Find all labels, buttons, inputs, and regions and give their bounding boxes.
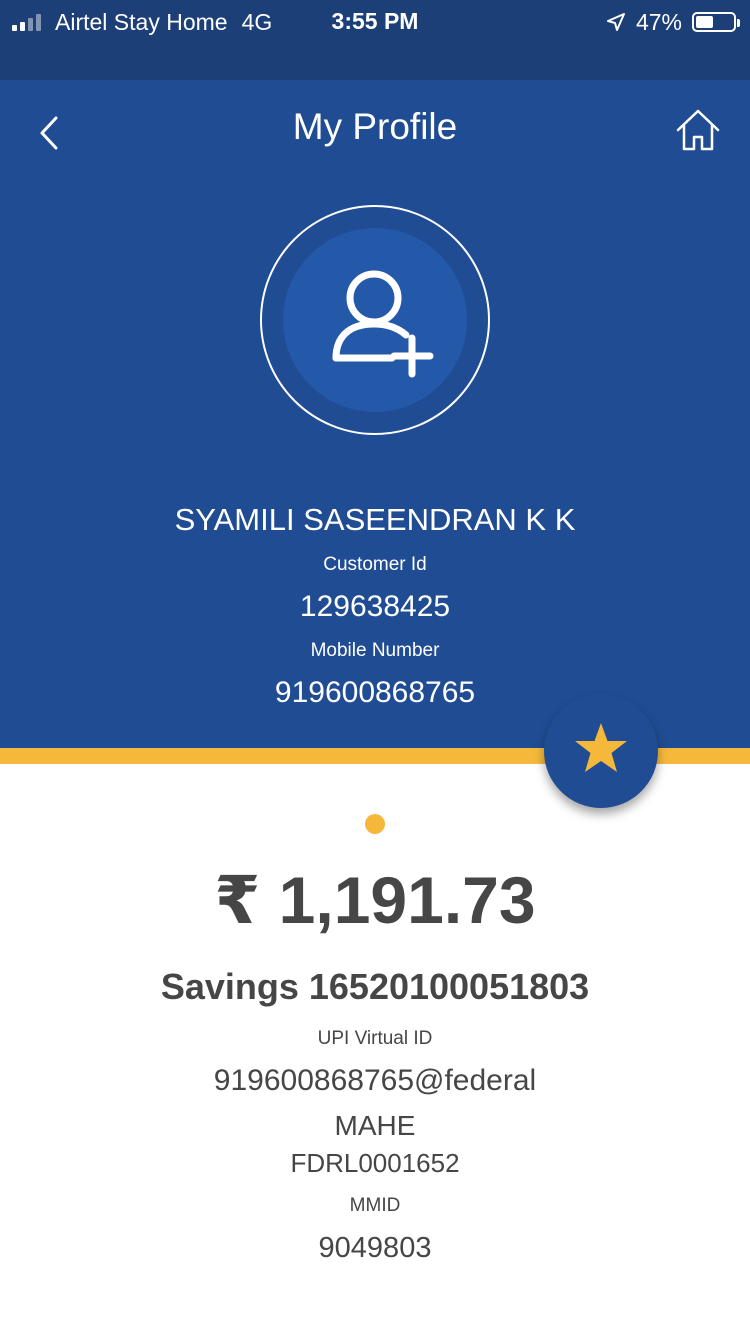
page-title: My Profile	[292, 106, 458, 147]
add-user-icon	[332, 270, 434, 378]
star-icon	[575, 723, 627, 772]
ifsc-code: FDRL0001652	[290, 1148, 460, 1178]
upi-id-value: 919600868765@federal	[213, 1064, 537, 1097]
battery-icon	[692, 12, 740, 32]
branch-name: MAHE	[334, 1110, 416, 1141]
mmid-value: 9049803	[318, 1232, 432, 1264]
favorite-button[interactable]	[544, 694, 658, 808]
status-right: 47%	[606, 8, 740, 36]
status-bar: Airtel Stay Home 4G 3:55 PM 47%	[0, 0, 750, 80]
home-icon	[676, 109, 720, 151]
carousel-dot[interactable]	[365, 814, 385, 834]
upi-label: UPI Virtual ID	[317, 1028, 433, 1049]
profile-name: SYAMILI SASEENDRAN K K	[174, 502, 576, 537]
customer-id-label: Customer Id	[323, 554, 427, 575]
battery-percent: 47%	[635, 8, 682, 35]
account-balance: ₹ 1,191.73	[214, 863, 536, 937]
mmid-label: MMID	[349, 1195, 401, 1216]
battery-fill	[696, 16, 713, 28]
location-arrow-icon	[606, 13, 625, 31]
customer-id-value: 129638425	[299, 590, 451, 623]
mobile-number-label: Mobile Number	[310, 640, 440, 661]
home-button[interactable]	[674, 106, 722, 154]
mobile-number-value: 919600868765	[274, 676, 476, 709]
account-type-number: Savings 16520100051803	[160, 966, 590, 1007]
